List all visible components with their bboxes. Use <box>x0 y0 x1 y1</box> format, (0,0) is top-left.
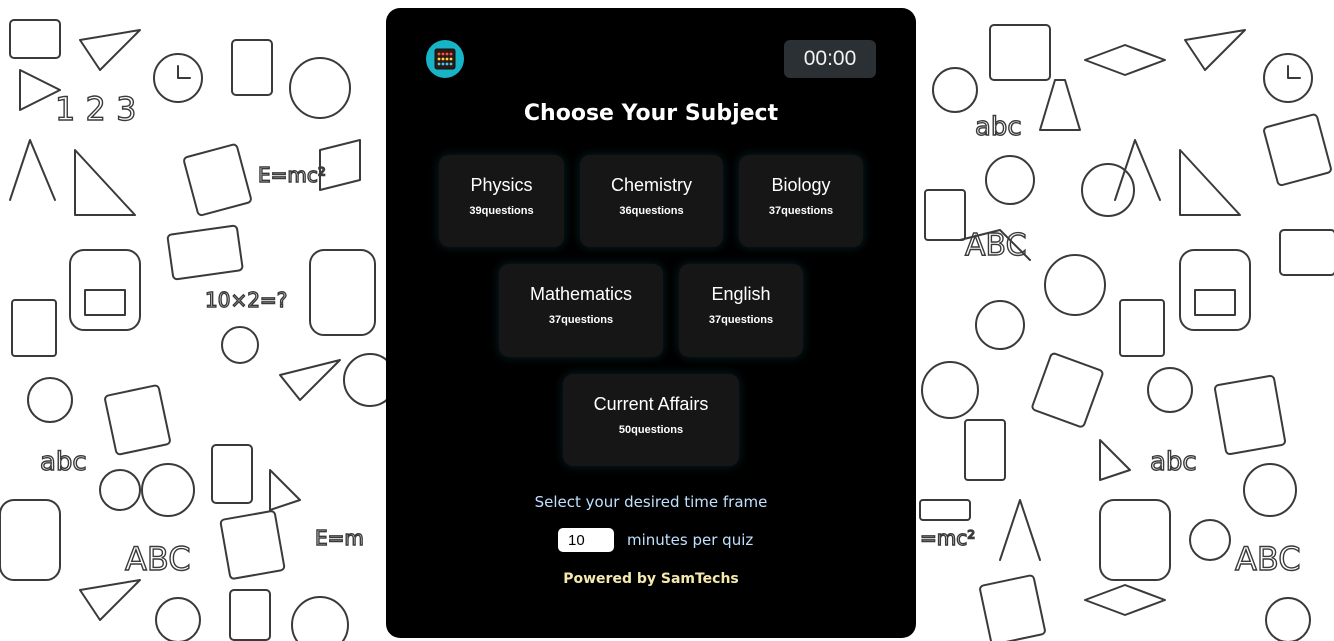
svg-text:abc: abc <box>975 112 1022 142</box>
abacus-icon <box>434 48 456 70</box>
subject-question-count: 36questions <box>619 205 684 217</box>
subject-question-count: 37questions <box>708 314 774 326</box>
svg-text:abc: abc <box>40 447 87 477</box>
subject-card-mathematics[interactable]: Mathematics 37questions <box>499 264 663 357</box>
powered-by-footer: Powered by SamTechs <box>563 571 739 587</box>
svg-text:abc: abc <box>1150 447 1197 477</box>
subject-card-physics[interactable]: Physics 39questions <box>439 155 564 247</box>
timeframe-prompt: Select your desired time frame <box>534 493 768 511</box>
svg-text:1 2 3: 1 2 3 <box>55 90 136 128</box>
subject-question-count: 39questions <box>469 205 534 217</box>
svg-text:ABC: ABC <box>1235 540 1301 578</box>
svg-text:=mc²: =mc² <box>920 526 975 550</box>
subject-question-count: 37questions <box>548 314 614 326</box>
quiz-card: 00:00 Choose Your Subject Physics 39ques… <box>386 8 916 638</box>
subject-card-chemistry[interactable]: Chemistry 36questions <box>580 155 723 247</box>
subject-name: Mathematics <box>529 284 633 304</box>
svg-text:ABC: ABC <box>125 540 191 578</box>
page-title: Choose Your Subject <box>523 101 779 126</box>
subject-question-count: 37questions <box>768 205 834 217</box>
subject-name: Physics <box>470 175 533 195</box>
svg-text:E=mc²: E=mc² <box>258 163 326 187</box>
minutes-label: minutes per quiz <box>627 531 754 549</box>
minutes-row: minutes per quiz <box>558 528 753 552</box>
svg-text:E=m: E=m <box>315 526 364 550</box>
svg-text:10×2=?: 10×2=? <box>205 288 287 312</box>
subject-name: Chemistry <box>610 175 692 195</box>
subject-card-biology[interactable]: Biology 37questions <box>739 155 863 247</box>
subject-name: Biology <box>771 175 831 195</box>
subject-name: Current Affairs <box>593 394 709 414</box>
svg-text:ABC: ABC <box>965 228 1027 263</box>
subject-question-count: 50questions <box>618 424 684 436</box>
subject-name: English <box>711 284 771 304</box>
subject-card-current-affairs[interactable]: Current Affairs 50questions <box>563 374 739 466</box>
minutes-input[interactable] <box>558 528 614 552</box>
app-logo <box>426 40 464 78</box>
subject-card-english[interactable]: English 37questions <box>679 264 803 357</box>
quiz-timer: 00:00 <box>784 40 876 78</box>
